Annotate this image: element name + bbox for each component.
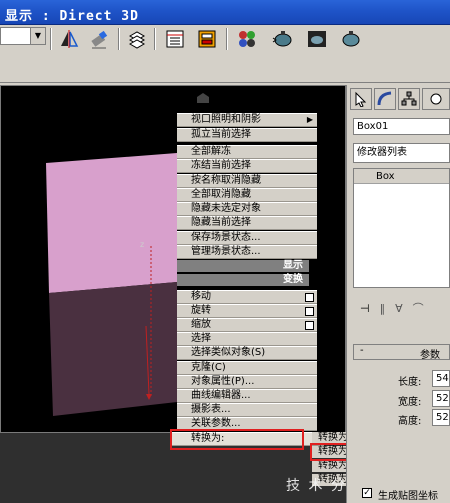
curve-editor-icon[interactable] (162, 26, 188, 52)
menu-item-freeze-selection[interactable]: 冻结当前选择 (177, 159, 317, 173)
submenu-arrow-icon: ▶ (306, 115, 313, 124)
menu-item-dope-sheet[interactable]: 摄影表... (177, 403, 317, 417)
make-unique-icon[interactable]: ∀ (395, 302, 403, 315)
menu-item-viewport-lighting[interactable]: 视口照明和阴影 ▶ (177, 113, 317, 127)
settings-box-icon[interactable] (305, 321, 314, 330)
hierarchy-tab-icon[interactable] (398, 88, 420, 110)
render-last-icon[interactable] (338, 26, 364, 52)
menu-item-select-similar[interactable]: 选择类似对象(S) (177, 346, 317, 360)
menu-header-transform: 变换 (177, 274, 309, 286)
selection-filter-dropdown[interactable]: ▼ (0, 27, 46, 45)
menu-item-hide-unselected[interactable]: 隐藏未选定对象 (177, 202, 317, 216)
create-tab-icon[interactable] (350, 88, 372, 110)
mirror-icon[interactable] (56, 26, 82, 52)
align-icon[interactable] (86, 26, 112, 52)
gen-map-checkbox[interactable]: ✓ (362, 488, 372, 498)
menu-item-unfreeze-all[interactable]: 全部解冻 (177, 145, 317, 159)
toolbar-separator (226, 28, 228, 50)
chevron-down-icon[interactable]: ▼ (30, 28, 45, 44)
toolbar-separator (50, 28, 52, 50)
remove-modifier-icon[interactable]: ⌒ (413, 300, 424, 316)
layer-manager-icon[interactable] (124, 26, 150, 52)
menu-item-scale[interactable]: 缩放 (177, 318, 317, 332)
modifier-stack[interactable]: Box (353, 168, 450, 288)
quick-render-icon[interactable] (304, 26, 330, 52)
gen-map-label: 生成贴图坐标 (378, 491, 438, 502)
motion-tab-icon[interactable] (422, 88, 450, 110)
width-label: 宽度: (398, 397, 422, 408)
title-bar: 显示 : Direct 3D (0, 0, 450, 25)
height-label: 高度: (398, 416, 422, 427)
menu-item-manage-scene-states[interactable]: 管理场景状态... (177, 245, 317, 259)
settings-box-icon[interactable] (305, 307, 314, 316)
pin-stack-icon[interactable]: ⊣ (360, 302, 370, 315)
height-field[interactable]: 52 (432, 409, 450, 426)
menu-item-clone[interactable]: 克隆(C) (177, 361, 317, 375)
menu-item-hide-selection[interactable]: 隐藏当前选择 (177, 216, 317, 230)
length-label: 长度: (398, 377, 422, 388)
menu-item-unhide-all[interactable]: 全部取消隐藏 (177, 188, 317, 202)
settings-box-icon[interactable] (305, 293, 314, 302)
menu-item-isolate-selection[interactable]: 孤立当前选择 (177, 128, 317, 142)
stack-item-box[interactable]: Box (354, 169, 449, 184)
menu-item-rotate[interactable]: 旋转 (177, 304, 317, 318)
toolbar-separator (154, 28, 156, 50)
collapse-icon: - (360, 345, 364, 356)
schematic-view-icon[interactable] (194, 26, 220, 52)
menu-item-object-properties[interactable]: 对象属性(P)... (177, 375, 317, 389)
toolbar-separator (118, 28, 120, 50)
convert-to-highlight (170, 429, 304, 450)
object-name-field[interactable]: Box01 (353, 118, 450, 135)
width-field[interactable]: 52 (432, 390, 450, 407)
z-axis-label: z (140, 240, 144, 249)
parameters-rollout-header[interactable]: - 参数 (353, 344, 450, 361)
show-end-result-icon[interactable]: ‖ (380, 302, 386, 315)
menu-header-display: 显示 (177, 260, 309, 272)
menu-item-curve-editor[interactable]: 曲线编辑器... (177, 389, 317, 403)
menu-item-move[interactable]: 移动 (177, 290, 317, 304)
menu-item-unhide-by-name[interactable]: 按名称取消隐藏 (177, 174, 317, 188)
modify-tab-icon[interactable] (374, 88, 396, 110)
window-title: 显示 : Direct 3D (5, 9, 139, 24)
length-field[interactable]: 54 (432, 370, 450, 387)
menu-item-select[interactable]: 选择 (177, 332, 317, 346)
modifier-list-dropdown[interactable]: 修改器列表 (353, 143, 450, 163)
material-editor-icon[interactable] (234, 26, 260, 52)
stack-tools: ⊣ ‖ ∀ ⌒ (356, 296, 450, 320)
render-scene-icon[interactable] (270, 26, 296, 52)
menu-item-save-scene-state[interactable]: 保存场景状态... (177, 231, 317, 245)
